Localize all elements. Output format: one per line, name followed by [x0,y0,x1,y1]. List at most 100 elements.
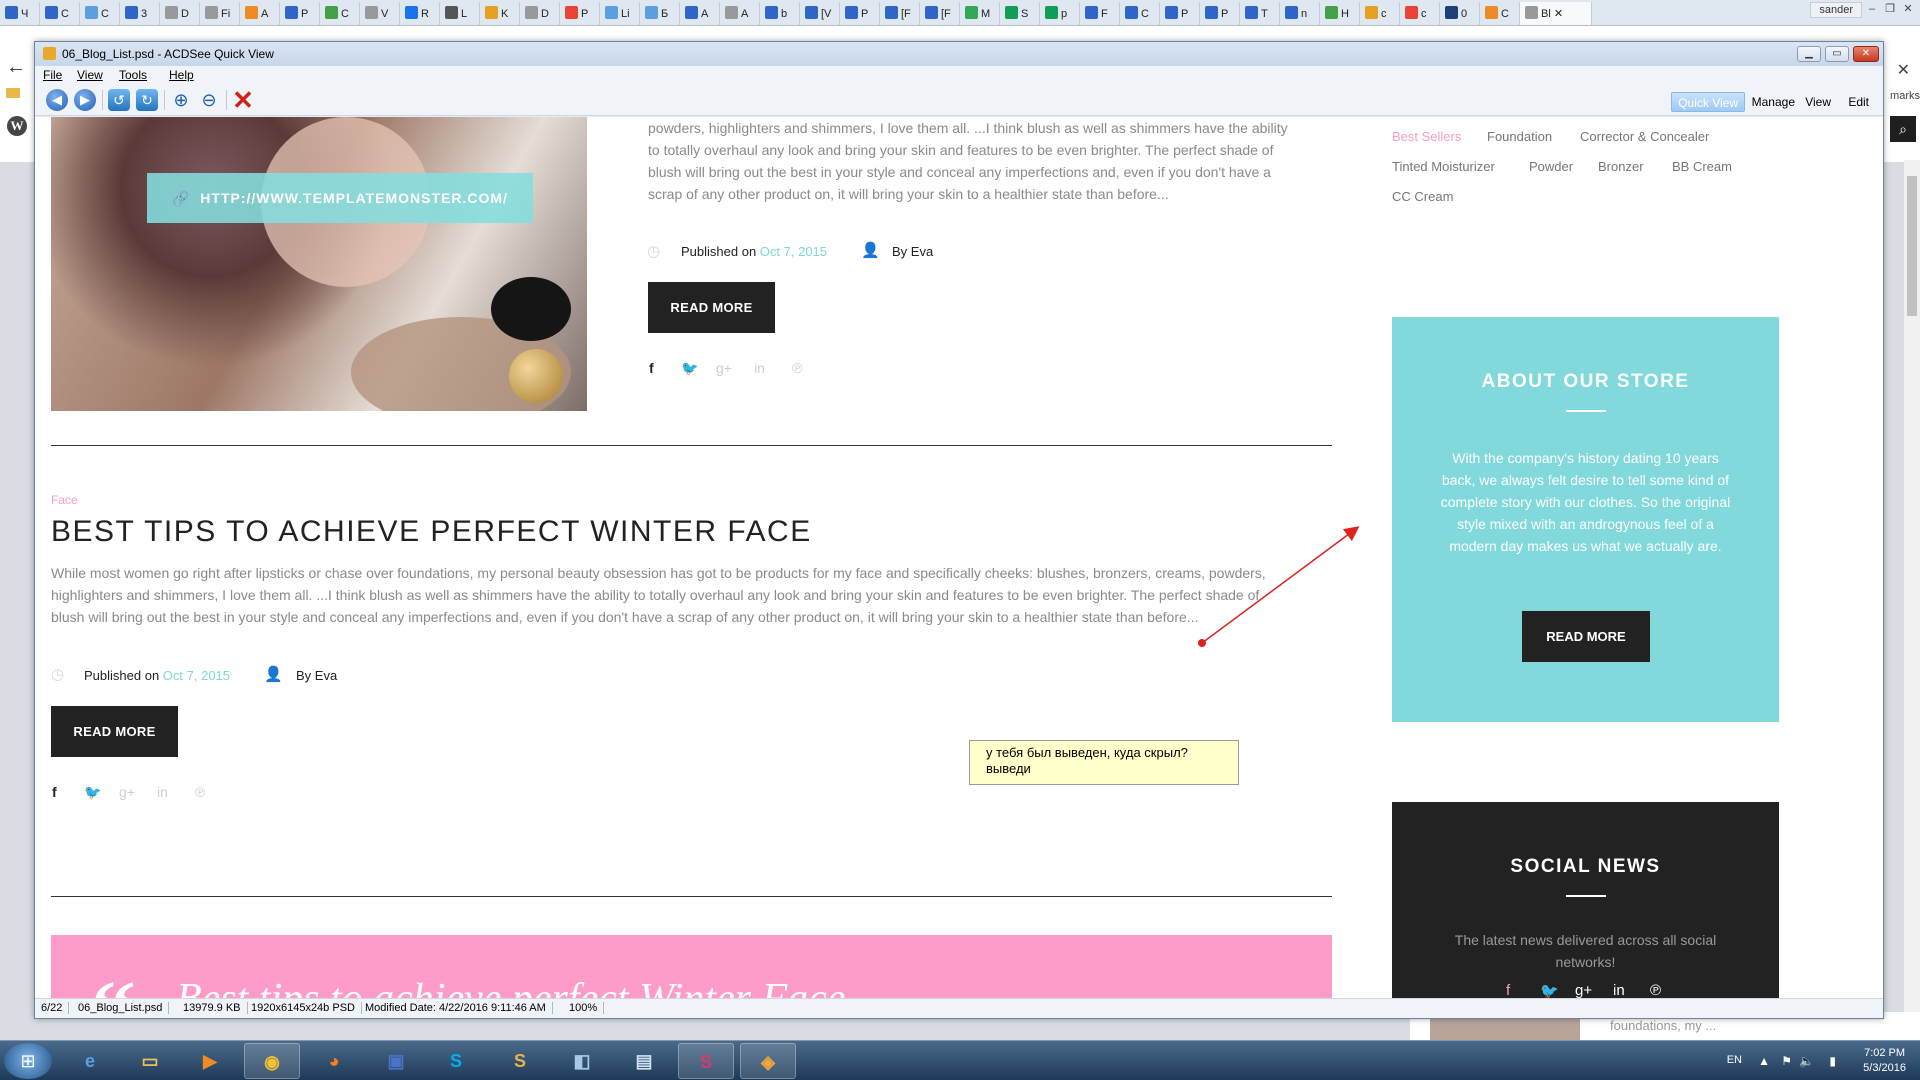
browser-tab[interactable]: P [840,2,880,25]
pinterest-icon[interactable]: ℗ [792,360,802,376]
annotation-note[interactable]: у тебя был выведен, куда скрыл? выведи [969,740,1239,785]
post-category[interactable]: Face [51,493,78,507]
read-more-button[interactable]: READ MORE [648,282,775,333]
close-icon[interactable]: ✕ [1897,60,1910,80]
mode-edit[interactable]: Edit [1842,92,1875,112]
linkedin-icon[interactable]: in [754,360,765,376]
sublime-icon[interactable]: S [492,1043,548,1079]
back-arrow-icon[interactable]: ← [6,56,26,79]
browser-tab[interactable]: p [1040,2,1080,25]
minimize-button[interactable]: ▁ [1797,46,1821,62]
browser-tab[interactable]: Li [600,2,640,25]
browser-tab[interactable]: M [960,2,1000,25]
pinterest-icon[interactable]: ℗ [1650,982,1661,999]
browser-tab[interactable]: c [1360,2,1400,25]
tag-cc-cream[interactable]: CC Cream [1392,189,1453,204]
browser-tab[interactable]: Fi [200,2,240,25]
tag-bb-cream[interactable]: BB Cream [1672,159,1732,174]
acdsee-icon[interactable]: ◈ [740,1043,796,1079]
browser-tab[interactable]: [F [880,2,920,25]
close-button[interactable]: ✕ [1853,46,1879,62]
window-titlebar[interactable]: 06_Blog_List.psd - ACDSee Quick View ▁ ▭… [35,42,1883,66]
pinterest-icon[interactable]: ℗ [195,784,205,800]
search-icon[interactable]: ⌕ [1890,116,1916,142]
image-canvas[interactable]: 🔗 HTTP://WWW.TEMPLATEMONSTER.COM/ powder… [35,117,1883,999]
clock[interactable]: 7:02 PM 5/3/2016 [1863,1046,1906,1076]
browser-tab[interactable]: P [560,2,600,25]
google-plus-icon[interactable]: g+ [1575,982,1592,999]
tag-best-sellers[interactable]: Best Sellers [1392,129,1461,144]
browser-tab[interactable]: С [80,2,120,25]
browser-tab[interactable]: D [520,2,560,25]
menu-tools[interactable]: Tools [119,68,147,82]
post-date-link[interactable]: Oct 7, 2015 [163,668,230,683]
start-button[interactable]: ⊞ [4,1043,52,1079]
tag-corrector-concealer[interactable]: Corrector & Concealer [1580,129,1709,144]
browser-tab[interactable]: T [1240,2,1280,25]
browser-tab[interactable]: n [1280,2,1320,25]
tag-powder[interactable]: Powder [1529,159,1573,174]
post-author[interactable]: By Eva [296,668,337,683]
mode-quick-view[interactable]: Quick View [1671,92,1745,112]
wordpress-icon[interactable]: W [7,116,27,136]
menu-help[interactable]: Help [169,68,194,82]
about-read-more-button[interactable]: READ MORE [1522,611,1650,662]
maximize-button[interactable]: ▭ [1825,46,1849,62]
browser-tab[interactable]: C [1120,2,1160,25]
post-image[interactable]: 🔗 HTTP://WWW.TEMPLATEMONSTER.COM/ [51,117,587,411]
folder-icon[interactable] [6,88,20,98]
linkedin-icon[interactable]: in [157,784,168,800]
browser-tab[interactable]: P [1200,2,1240,25]
post-date-link[interactable]: Oct 7, 2015 [760,244,827,259]
flag-icon[interactable]: ⚑ [1781,1054,1792,1068]
browser-tab[interactable]: R [400,2,440,25]
browser-tab[interactable]: F [1080,2,1120,25]
browser-tab[interactable]: 0 [1440,2,1480,25]
browser-tab[interactable]: H [1320,2,1360,25]
facebook-icon[interactable]: f [52,784,57,800]
post-author[interactable]: By Eva [892,244,933,259]
browser-tab[interactable]: P [280,2,320,25]
bookmarks-label[interactable]: marks [1890,90,1920,102]
linkedin-icon[interactable]: in [1613,982,1625,999]
browser-tab[interactable]: L [440,2,480,25]
next-image-icon[interactable]: ▶ [74,89,96,111]
facebook-icon[interactable]: f [649,360,654,376]
tag-foundation[interactable]: Foundation [1487,129,1552,144]
browser-tab[interactable]: [V [800,2,840,25]
twitter-icon[interactable]: 🐦 [84,784,101,801]
app-s-icon[interactable]: S [678,1043,734,1079]
volume-icon[interactable]: 🔈 [1799,1054,1814,1068]
scrollbar-thumb[interactable] [1907,176,1917,316]
facebook-icon[interactable]: f [1506,982,1510,999]
media-player-icon[interactable]: ▶ [182,1043,238,1079]
tag-tinted-moisturizer[interactable]: Tinted Moisturizer [1392,159,1495,174]
google-plus-icon[interactable]: g+ [716,360,732,376]
browser-tab[interactable]: C [1480,2,1520,25]
internet-explorer-icon[interactable]: e [62,1043,118,1079]
browser-tab[interactable]: b [760,2,800,25]
rotate-right-icon[interactable]: ↻ [136,89,158,111]
restore-browser-button[interactable]: ❐ [1882,2,1898,16]
browser-tab[interactable]: A [720,2,760,25]
image-viewer-icon[interactable]: ▤ [616,1043,672,1079]
tag-bronzer[interactable]: Bronzer [1598,159,1644,174]
tab-close-icon[interactable]: ✕ [1551,8,1563,20]
close-browser-button[interactable]: ✕ [1900,2,1916,16]
zoom-in-icon[interactable]: ⊕ [170,89,192,111]
delete-icon[interactable]: ✕ [232,87,254,113]
browser-tab[interactable]: [F [920,2,960,25]
file-explorer-icon[interactable]: ▭ [122,1043,178,1079]
menu-view[interactable]: View [77,68,103,82]
menu-file[interactable]: File [43,68,62,82]
browser-tab[interactable]: С [40,2,80,25]
browser-tab[interactable]: V [360,2,400,25]
browser-tab[interactable]: A [240,2,280,25]
browser-tab[interactable]: K [480,2,520,25]
zoom-out-icon[interactable]: ⊖ [198,89,220,111]
browser-tab-active[interactable]: Bl ✕ [1520,2,1592,25]
quote-title[interactable]: Best tips to achieve perfect Winter Face [176,975,845,999]
page-scrollbar[interactable] [1904,160,1920,1040]
language-indicator[interactable]: EN [1727,1054,1742,1066]
quote-post[interactable]: “ Best tips to achieve perfect Winter Fa… [51,935,1332,999]
